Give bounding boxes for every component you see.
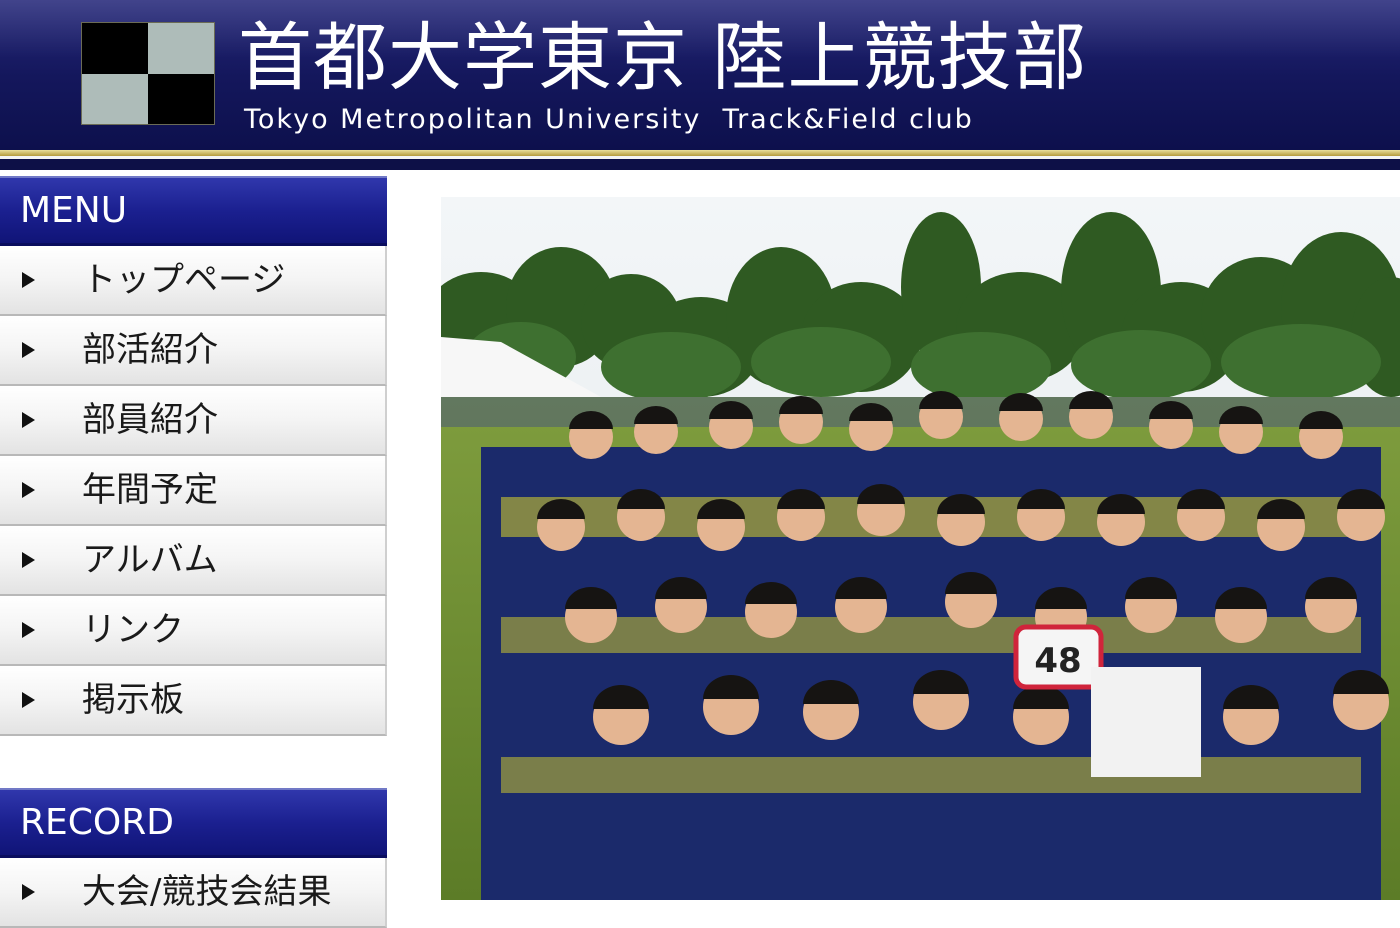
menu-item-label: 部員紹介 bbox=[82, 400, 218, 440]
team-photo: 48 bbox=[441, 197, 1400, 900]
race-bib: 48 bbox=[1013, 624, 1104, 690]
menu-item-label: トップページ bbox=[82, 260, 286, 300]
logo-square bbox=[148, 73, 214, 124]
menu-item-label: アルバム bbox=[82, 540, 218, 580]
triangle-right-icon bbox=[22, 622, 35, 638]
menu-item-top-page[interactable]: トップページ bbox=[0, 246, 387, 316]
header-divider bbox=[0, 159, 1400, 170]
menu-item-label: リンク bbox=[82, 610, 184, 650]
menu-item-members[interactable]: 部員紹介 bbox=[0, 386, 387, 456]
club-logo[interactable] bbox=[81, 22, 215, 125]
logo-square bbox=[82, 73, 148, 124]
menu-item-label: 部活紹介 bbox=[82, 330, 218, 370]
menu-item-competition-results[interactable]: 大会/競技会結果 bbox=[0, 858, 387, 928]
menu-item-club-intro[interactable]: 部活紹介 bbox=[0, 316, 387, 386]
menu-item-links[interactable]: リンク bbox=[0, 596, 387, 666]
menu-section-header: MENU bbox=[0, 176, 387, 246]
logo-square bbox=[82, 23, 148, 74]
menu-item-bulletin-board[interactable]: 掲示板 bbox=[0, 666, 387, 736]
record-section-header: RECORD bbox=[0, 788, 387, 858]
triangle-right-icon bbox=[22, 482, 35, 498]
triangle-right-icon bbox=[22, 692, 35, 708]
site-title-english: Tokyo Metropolitan University Track&Fiel… bbox=[244, 104, 974, 135]
triangle-right-icon bbox=[22, 342, 35, 358]
logo-square bbox=[148, 23, 214, 74]
sidebar: MENU トップページ 部活紹介 部員紹介 年間予定 アルバム リンク 掲示板 … bbox=[0, 176, 387, 928]
triangle-right-icon bbox=[22, 884, 35, 900]
triangle-right-icon bbox=[22, 552, 35, 568]
site-header: 首都大学東京 陸上競技部 Tokyo Metropolitan Universi… bbox=[0, 0, 1400, 170]
triangle-right-icon bbox=[22, 412, 35, 428]
menu-item-label: 年間予定 bbox=[82, 470, 218, 510]
menu-item-label: 大会/競技会結果 bbox=[82, 872, 332, 912]
bib-number: 48 bbox=[1034, 641, 1081, 681]
menu-item-label: 掲示板 bbox=[82, 680, 184, 720]
team-photo-illustration: 48 bbox=[441, 197, 1400, 900]
triangle-right-icon bbox=[22, 272, 35, 288]
menu-item-album[interactable]: アルバム bbox=[0, 526, 387, 596]
site-title-japanese: 首都大学東京 陸上競技部 bbox=[238, 15, 1088, 101]
menu-item-schedule[interactable]: 年間予定 bbox=[0, 456, 387, 526]
